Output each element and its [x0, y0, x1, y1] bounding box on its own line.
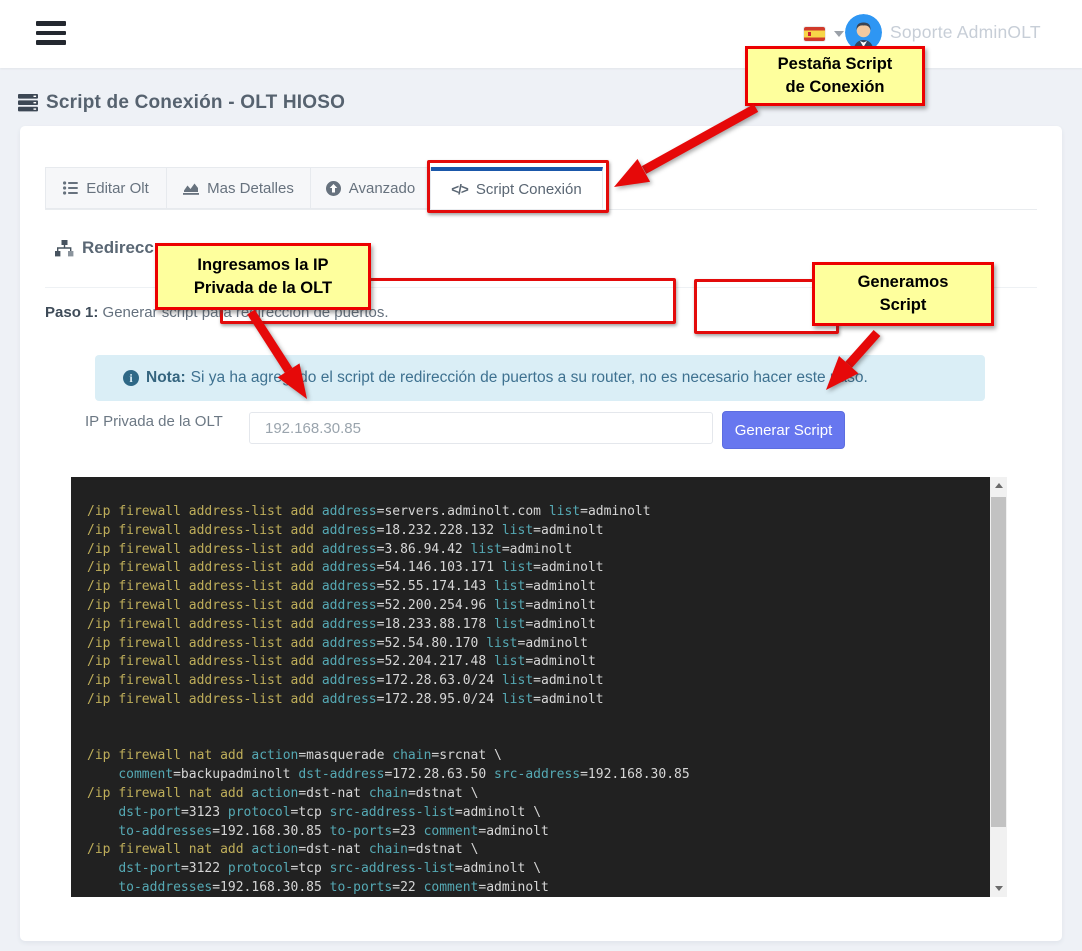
terminal-line: to-addresses=192.168.30.85 to-ports=22 c… [87, 879, 983, 897]
terminal-line: /ip firewall nat add action=masquerade c… [87, 747, 983, 766]
terminal-content[interactable]: /ip firewall address-list add address=se… [87, 503, 983, 897]
terminal-line: /ip firewall address-list add address=52… [87, 635, 983, 654]
terminal-line: /ip firewall address-list add address=18… [87, 522, 983, 541]
scrollbar-thumb[interactable] [991, 497, 1006, 827]
ip-field-label: IP Privada de la OLT [85, 413, 223, 430]
script-terminal[interactable]: /ip firewall address-list add address=se… [71, 477, 1007, 897]
note-text: Si ya ha agregado el script de redirecci… [191, 369, 868, 387]
terminal-line [87, 729, 983, 748]
section-heading: Redirecc [55, 238, 154, 258]
step-label: Paso 1: [45, 304, 98, 321]
chart-area-icon [183, 181, 199, 195]
language-dropdown[interactable] [804, 24, 848, 44]
tab-mas-detalles[interactable]: Mas Detalles [167, 167, 311, 209]
section-heading-text: Redirecc [82, 238, 154, 258]
spain-flag-icon [804, 27, 825, 41]
section-divider [45, 287, 1037, 288]
tab-divider [45, 209, 1037, 210]
terminal-line: /ip firewall address-list add address=18… [87, 616, 983, 635]
info-icon: i [123, 370, 139, 386]
terminal-scrollbar[interactable] [990, 477, 1007, 897]
tab-bar: Editar Olt Mas Detalles [45, 167, 603, 209]
scroll-up-button[interactable] [990, 477, 1007, 494]
ip-input[interactable] [249, 412, 713, 444]
user-name[interactable]: Soporte AdminOLT [890, 22, 1041, 43]
page-title-row: Script de Conexión - OLT HIOSO [18, 92, 345, 114]
hamburger-menu-icon[interactable] [36, 21, 68, 48]
topbar: Soporte AdminOLT [0, 0, 1082, 68]
terminal-line: comment=backupadminolt dst-address=172.2… [87, 766, 983, 785]
tab-editar-olt[interactable]: Editar Olt [45, 167, 167, 209]
terminal-line: /ip firewall address-list add address=52… [87, 597, 983, 616]
terminal-line: /ip firewall address-list add address=17… [87, 691, 983, 710]
code-icon: </> [451, 182, 468, 197]
avatar[interactable] [845, 14, 882, 51]
terminal-line: /ip firewall address-list add address=54… [87, 559, 983, 578]
page-title: Script de Conexión - OLT HIOSO [46, 92, 345, 114]
terminal-line: /ip firewall address-list add address=17… [87, 672, 983, 691]
terminal-line: /ip firewall address-list add address=52… [87, 578, 983, 597]
scroll-down-button[interactable] [990, 880, 1007, 897]
app-canvas: Soporte AdminOLT Script de Conexión - OL… [0, 0, 1082, 951]
tab-avanzado[interactable]: Avanzado [311, 167, 431, 209]
terminal-line: /ip firewall address-list add address=se… [87, 503, 983, 522]
tab-label: Editar Olt [86, 180, 149, 197]
terminal-line: /ip firewall nat add action=dst-nat chai… [87, 785, 983, 804]
tab-script-conexion[interactable]: </> Script Conexión [431, 167, 603, 209]
generate-script-button[interactable]: Generar Script [722, 411, 845, 449]
terminal-line: /ip firewall address-list add address=52… [87, 653, 983, 672]
note-label: Nota: [146, 369, 186, 387]
terminal-line: dst-port=3122 protocol=tcp src-address-l… [87, 860, 983, 879]
sitemap-icon [55, 240, 74, 257]
terminal-line [87, 710, 983, 729]
step-text: Paso 1: Generar script para redirección … [45, 304, 389, 321]
terminal-line: dst-port=3123 protocol=tcp src-address-l… [87, 804, 983, 823]
terminal-line: /ip firewall address-list add address=3.… [87, 541, 983, 560]
terminal-line: to-addresses=192.168.30.85 to-ports=23 c… [87, 823, 983, 842]
tab-label: Script Conexión [476, 181, 582, 198]
content-card: Editar Olt Mas Detalles [20, 126, 1062, 941]
tab-label: Mas Detalles [207, 180, 294, 197]
terminal-line: /ip firewall nat add action=dst-nat chai… [87, 841, 983, 860]
server-icon [18, 94, 38, 112]
arrow-circle-up-icon [326, 181, 341, 196]
tab-label: Avanzado [349, 180, 415, 197]
note-alert: i Nota: Si ya ha agregado el script de r… [95, 355, 985, 401]
chevron-down-icon [834, 31, 844, 37]
list-icon [63, 181, 78, 195]
